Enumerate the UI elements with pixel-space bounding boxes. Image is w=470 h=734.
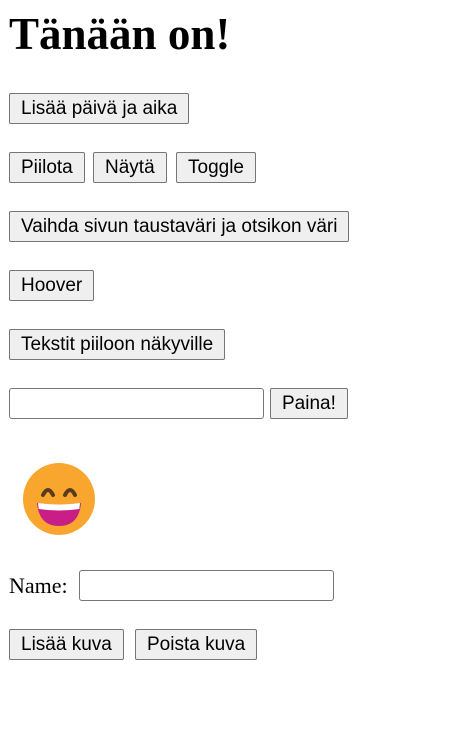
name-field[interactable]: [79, 570, 334, 601]
press-button[interactable]: Paina!: [270, 388, 348, 419]
name-label: Name:: [9, 573, 68, 598]
toggle-texts-button[interactable]: Tekstit piiloon näkyville: [9, 329, 226, 360]
text-input[interactable]: [9, 388, 264, 419]
grinning-face-icon: [22, 462, 96, 536]
show-button[interactable]: Näytä: [93, 152, 167, 183]
remove-image-button[interactable]: Poista kuva: [135, 629, 258, 660]
hide-button[interactable]: Piilota: [9, 152, 85, 183]
add-image-button[interactable]: Lisää kuva: [9, 629, 124, 660]
toggle-button[interactable]: Toggle: [176, 152, 256, 183]
page-title: Tänään on!: [9, 9, 231, 59]
change-colors-button[interactable]: Vaihda sivun taustaväri ja otsikon väri: [9, 211, 350, 242]
add-datetime-button[interactable]: Lisää päivä ja aika: [9, 93, 190, 124]
hover-button[interactable]: Hoover: [9, 270, 95, 301]
